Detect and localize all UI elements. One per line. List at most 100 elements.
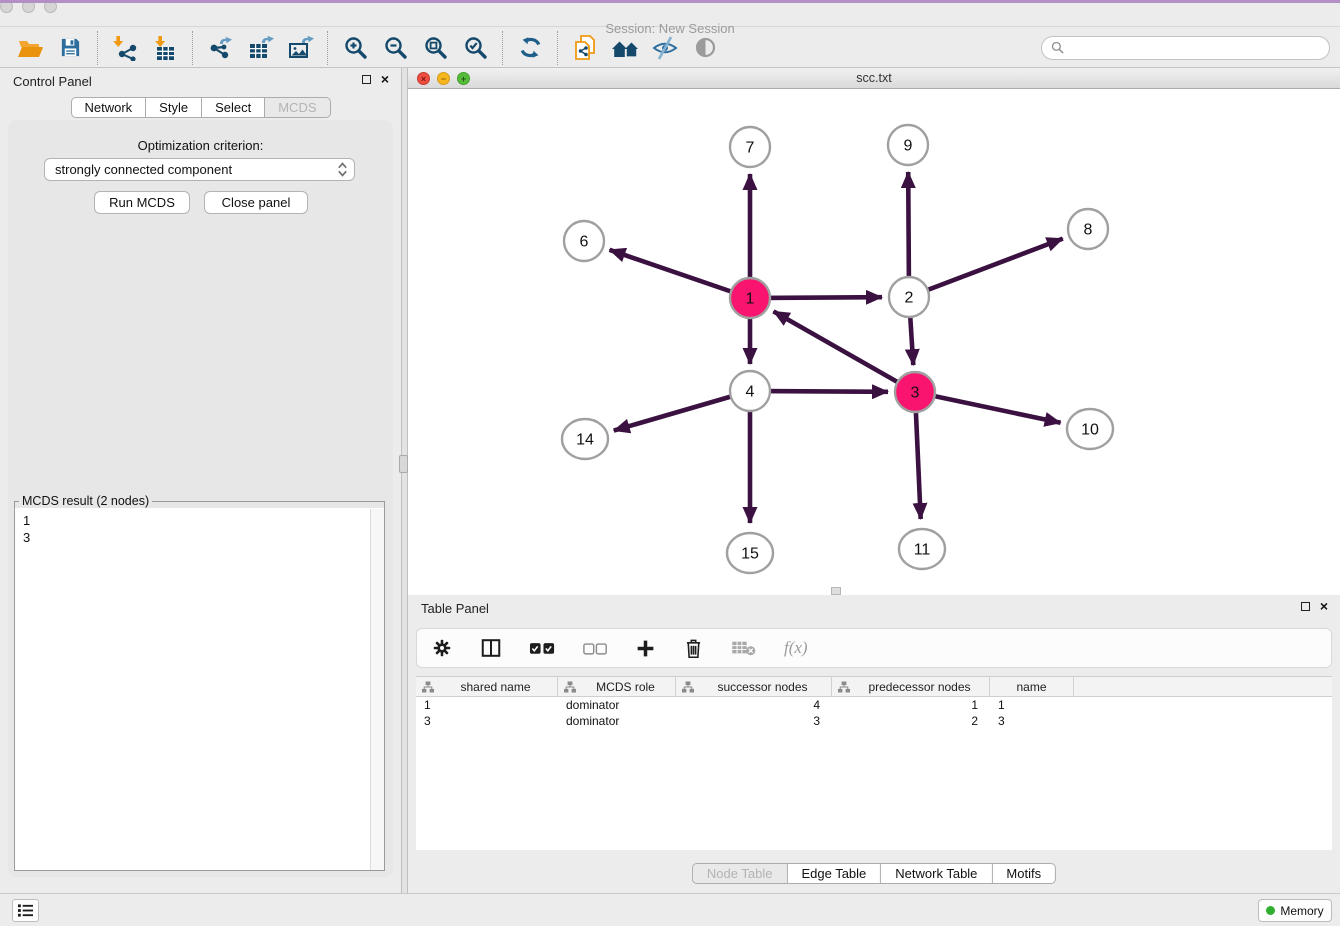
toolbar-separator <box>192 31 193 65</box>
shared-column-icon <box>682 681 694 693</box>
column-header-name[interactable]: name <box>990 677 1074 696</box>
table-row[interactable]: 3dominator323 <box>416 713 1332 729</box>
optimization-criterion-dropdown[interactable]: strongly connected component <box>44 158 355 181</box>
network-window-controls[interactable]: × − + <box>417 72 470 85</box>
close-panel-button[interactable]: Close panel <box>204 191 308 214</box>
float-table-panel-icon[interactable] <box>1301 602 1310 611</box>
status-bar: Memory <box>0 893 1340 926</box>
control-panel-tabs: NetworkStyleSelectMCDS <box>70 97 330 118</box>
float-panel-icon[interactable] <box>362 75 371 84</box>
zoom-in-button[interactable] <box>335 31 375 65</box>
node-1[interactable]: 1 <box>730 278 770 318</box>
edge-4-14[interactable] <box>614 391 750 431</box>
export-image-button[interactable] <box>280 31 320 65</box>
table-settings-button[interactable] <box>431 634 453 662</box>
open-session-button[interactable] <box>10 31 50 65</box>
column-header-predecessor-nodes[interactable]: predecessor nodes <box>832 677 990 696</box>
save-session-button[interactable] <box>50 31 90 65</box>
zoom-fit-button[interactable] <box>415 31 455 65</box>
table-row[interactable]: 1dominator411 <box>416 697 1332 713</box>
gear-icon <box>431 637 453 659</box>
trash-icon <box>683 637 704 660</box>
network-canvas[interactable]: 7 9 6 8 1 2 4 3 14 10 15 11 <box>408 89 1340 588</box>
search-box[interactable] <box>1041 36 1330 60</box>
clone-network-button[interactable] <box>565 31 605 65</box>
memory-button[interactable]: Memory <box>1258 899 1332 922</box>
task-history-button[interactable] <box>12 899 39 922</box>
vertical-splitter[interactable] <box>401 68 408 893</box>
zoom-fit-icon <box>423 35 448 60</box>
network-graph[interactable]: 7 9 6 8 1 2 4 3 14 10 15 11 <box>408 89 1340 588</box>
control-panel-header: Control Panel × <box>0 68 401 94</box>
node-14[interactable]: 14 <box>562 419 608 459</box>
delete-columns-button[interactable] <box>683 634 704 662</box>
hide-graphics-details-button[interactable] <box>645 31 685 65</box>
close-table-panel-icon[interactable]: × <box>1320 600 1328 612</box>
horizontal-splitter-grip[interactable] <box>831 587 841 595</box>
delete-table-button[interactable] <box>731 634 757 662</box>
toolbar-separator <box>502 31 503 65</box>
export-network-button[interactable] <box>200 31 240 65</box>
node-7[interactable]: 7 <box>730 127 770 167</box>
node-4[interactable]: 4 <box>730 371 770 411</box>
column-header-MCDS-role[interactable]: MCDS role <box>558 677 676 696</box>
network-overview-button[interactable] <box>605 31 645 65</box>
select-all-rows-button[interactable] <box>529 634 556 662</box>
tab-node-table[interactable]: Node Table <box>692 863 787 884</box>
show-graphics-details-button[interactable] <box>685 31 725 65</box>
tab-edge-table[interactable]: Edge Table <box>786 863 880 884</box>
node-6[interactable]: 6 <box>564 221 604 261</box>
column-label: successor nodes <box>694 680 831 694</box>
node-table[interactable]: shared nameMCDS role successor nodesprede… <box>416 676 1332 850</box>
network-window-header: × − + scc.txt <box>408 68 1340 89</box>
search-input[interactable] <box>1069 41 1320 55</box>
node-9[interactable]: 9 <box>888 125 928 165</box>
edge-2-8[interactable] <box>909 239 1063 297</box>
run-mcds-button[interactable]: Run MCDS <box>94 191 190 214</box>
node-label: 4 <box>746 384 755 401</box>
import-network-icon <box>112 35 138 61</box>
import-table-icon <box>152 35 178 61</box>
tab-motifs[interactable]: Motifs <box>991 863 1056 884</box>
node-8[interactable]: 8 <box>1068 209 1108 249</box>
table-cell: 3 <box>990 713 1074 729</box>
function-builder-button[interactable]: f(x) <box>784 634 808 662</box>
export-table-button[interactable] <box>240 31 280 65</box>
edge-3-10[interactable] <box>915 392 1061 423</box>
tab-mcds[interactable]: MCDS <box>264 97 330 118</box>
toolbar-separator <box>557 31 558 65</box>
refresh-layout-button[interactable] <box>510 31 550 65</box>
node-15[interactable]: 15 <box>727 533 773 573</box>
optimization-criterion-label: Optimization criterion: <box>8 138 393 153</box>
close-panel-icon[interactable]: × <box>381 73 389 85</box>
node-11[interactable]: 11 <box>899 529 945 569</box>
node-2[interactable]: 2 <box>889 277 929 317</box>
tab-network[interactable]: Network <box>70 97 145 118</box>
import-network-button[interactable] <box>105 31 145 65</box>
edge-1-6[interactable] <box>610 250 751 298</box>
splitter-grip[interactable] <box>399 455 408 473</box>
import-table-button[interactable] <box>145 31 185 65</box>
node-10[interactable]: 10 <box>1067 409 1113 449</box>
zoom-selected-button[interactable] <box>455 31 495 65</box>
unchecked-boxes-icon <box>583 642 608 655</box>
tab-select[interactable]: Select <box>201 97 264 118</box>
network-maximize-button[interactable]: + <box>457 72 470 85</box>
deselect-all-rows-button[interactable] <box>583 634 608 662</box>
show-column-panel-button[interactable] <box>480 634 502 662</box>
column-header-shared-name[interactable]: shared name <box>416 677 558 696</box>
column-header-successor-nodes[interactable]: successor nodes <box>676 677 832 696</box>
node-3[interactable]: 3 <box>895 372 935 412</box>
memory-status-dot <box>1266 906 1275 915</box>
tab-network-table[interactable]: Network Table <box>880 863 991 884</box>
zoom-out-button[interactable] <box>375 31 415 65</box>
table-panel-title: Table Panel <box>421 601 489 616</box>
edge-3-1[interactable] <box>774 311 916 392</box>
network-close-button[interactable]: × <box>417 72 430 85</box>
mcds-result-list: 13 <box>15 509 384 546</box>
result-scrollbar[interactable] <box>370 509 384 870</box>
tab-style[interactable]: Style <box>145 97 201 118</box>
create-new-column-button[interactable] <box>635 634 656 662</box>
zoom-in-icon <box>343 35 368 60</box>
network-minimize-button[interactable]: − <box>437 72 450 85</box>
